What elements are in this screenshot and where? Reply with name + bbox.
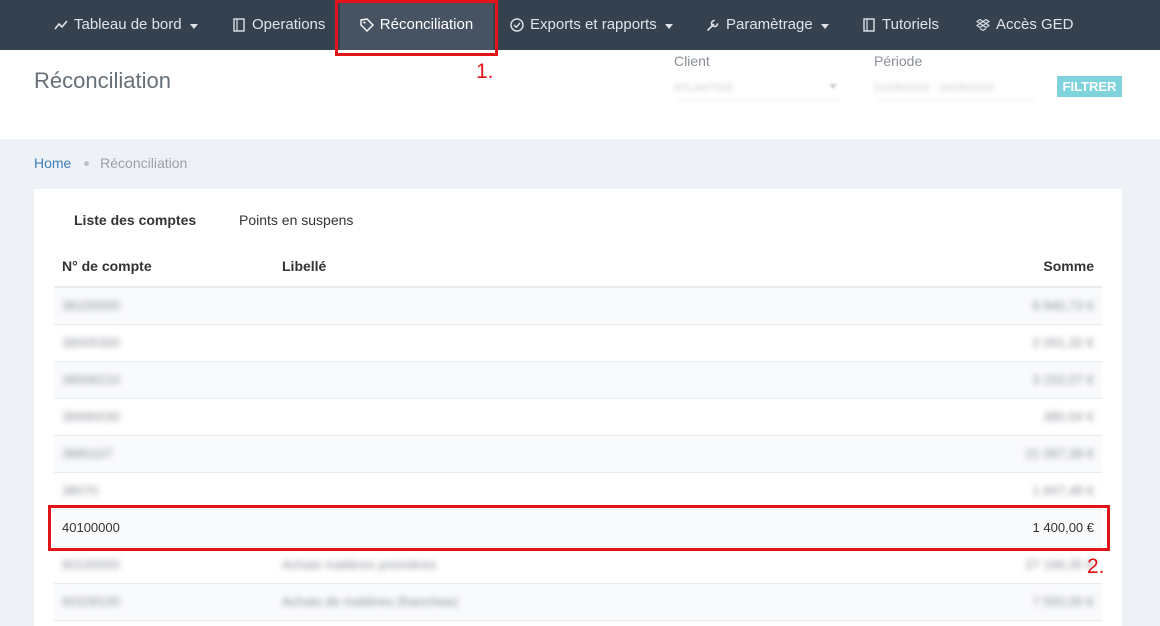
account-amount: 3 152,07 € — [1032, 372, 1094, 387]
annotation-box-row — [48, 505, 1110, 551]
nav-item-tableau-de-bord[interactable]: Tableau de bord — [54, 0, 198, 50]
tab-points-en-suspens[interactable]: Points en suspens — [239, 212, 353, 228]
period-input[interactable]: 01/08/2023 - 30/08/2024 — [874, 76, 1036, 101]
period-label: Période — [874, 53, 923, 69]
account-amount: 380,54 € — [1043, 409, 1094, 424]
book-icon — [233, 18, 245, 32]
tab-liste-des-comptes[interactable]: Liste des comptes — [74, 212, 196, 228]
check-circle-icon — [510, 18, 524, 32]
table-row[interactable]: 60109100 Achats de matières (franchise) … — [54, 584, 1102, 621]
account-amount: 21 087,38 € — [1025, 446, 1094, 461]
breadcrumb-home-link[interactable]: Home — [34, 155, 71, 171]
account-amount: 8 840,73 € — [1032, 298, 1094, 313]
dropbox-icon — [976, 18, 990, 32]
nav-item-exports-et-rapports[interactable]: Exports et rapports — [510, 0, 673, 50]
chart-line-icon — [54, 20, 68, 30]
account-amount: 7 550,00 € — [1032, 594, 1094, 609]
annotation-number-1: 1. — [476, 60, 494, 83]
column-header-amount[interactable]: Somme — [1043, 258, 1094, 274]
account-number: 38005300 — [62, 335, 120, 350]
account-number: 38070 — [62, 483, 99, 498]
breadcrumb: Home Réconciliation — [34, 155, 187, 171]
table-row[interactable]: 38100000 8 840,73 € — [54, 288, 1102, 325]
top-navbar: Tableau de bord Operations Réconciliatio… — [0, 0, 1160, 50]
nav-item-parametrage[interactable]: Paramètrage — [706, 0, 829, 50]
breadcrumb-separator — [84, 160, 90, 166]
account-amount: 27 166,35 € — [1025, 557, 1094, 572]
caret-down-icon — [820, 23, 829, 29]
table-row[interactable]: 38990030 380,54 € — [54, 399, 1102, 436]
filter-button[interactable]: FILTRER — [1057, 76, 1122, 97]
nav-item-tutoriels[interactable]: Tutoriels — [862, 0, 939, 50]
nav-item-label: Exports et rapports — [530, 16, 657, 33]
book-icon — [863, 18, 875, 32]
caret-down-icon — [664, 23, 673, 29]
nav-item-label: Operations — [252, 16, 326, 33]
table-row[interactable]: 60100000 Achats matières premières 27 16… — [54, 547, 1102, 584]
nav-item-acces-ged[interactable]: Accès GED — [976, 0, 1074, 50]
account-number: 60109100 — [62, 594, 120, 609]
annotation-number-2: 2. — [1087, 555, 1105, 578]
nav-item-label: Tutoriels — [882, 16, 939, 33]
account-number: 60100000 — [62, 557, 120, 572]
table-row[interactable]: 38005300 2 091,32 € — [54, 325, 1102, 362]
chevron-down-icon — [829, 84, 837, 89]
account-label: Achats de matières (franchise) — [282, 594, 459, 609]
account-number: 38990030 — [62, 409, 120, 424]
nav-item-label: Tableau de bord — [74, 16, 182, 33]
account-amount: 1 847,48 € — [1032, 483, 1094, 498]
annotation-box-nav — [335, 0, 498, 56]
table-row[interactable]: 38006210 3 152,07 € — [54, 362, 1102, 399]
caret-down-icon — [189, 23, 198, 29]
account-number: 38006210 — [62, 372, 120, 387]
account-label: Achats matières premières — [282, 557, 437, 572]
account-number: 38100000 — [62, 298, 120, 313]
column-header-label[interactable]: Libellé — [282, 258, 326, 274]
column-header-account[interactable]: N° de compte — [62, 258, 152, 274]
client-label: Client — [674, 53, 710, 69]
account-amount: 2 091,32 € — [1032, 335, 1094, 350]
nav-item-label: Paramètrage — [726, 16, 813, 33]
nav-item-label: Accès GED — [996, 16, 1074, 33]
breadcrumb-current: Réconciliation — [100, 155, 188, 171]
table-row[interactable]: 3880107 21 087,38 € — [54, 436, 1102, 473]
client-select[interactable]: ATLANTIDE — [674, 76, 840, 101]
nav-item-operations[interactable]: Operations — [232, 0, 325, 50]
account-number: 3880107 — [62, 446, 113, 461]
page-title: Réconciliation — [34, 68, 171, 93]
wrench-icon — [707, 19, 719, 31]
